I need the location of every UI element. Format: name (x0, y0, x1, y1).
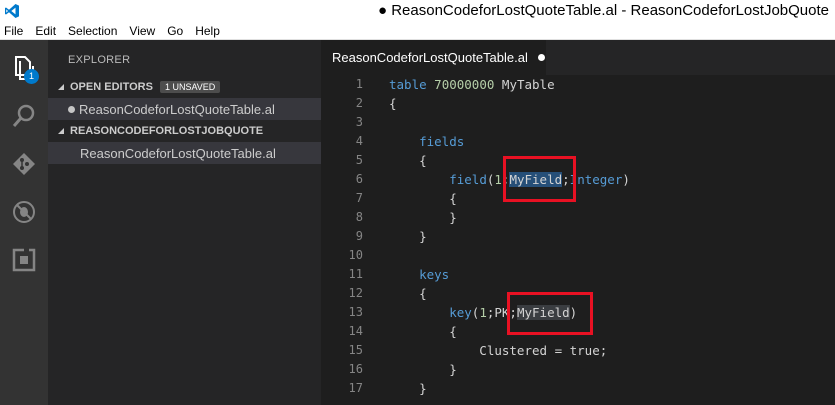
menu-file[interactable]: File (4, 24, 23, 38)
title-bar: ● ReasonCodeforLostQuoteTable.al - Reaso… (0, 0, 835, 22)
line-number: 7 (355, 191, 363, 205)
code-line[interactable]: { (389, 284, 829, 303)
explorer-sidebar: EXPLORER OPEN EDITORS 1 UNSAVED ReasonCo… (48, 40, 321, 405)
line-number: 2 (355, 96, 363, 110)
window-title: ● ReasonCodeforLostQuoteTable.al - Reaso… (377, 2, 829, 19)
line-number: 15 (348, 343, 363, 357)
code-line[interactable]: { (389, 94, 829, 113)
open-editors-label: OPEN EDITORS (70, 81, 153, 93)
open-editor-filename: ReasonCodeforLostQuoteTable.al (79, 101, 275, 117)
code-line[interactable]: field(1;MyField;Integer) (389, 170, 829, 189)
code-editor[interactable]: 1 2 3 4 5 6 7 8 9 10 11 12 13 14 15 16 1… (321, 75, 835, 405)
explorer-title: EXPLORER (68, 54, 131, 66)
folder-label: REASONCODEFORLOSTJOBQUOTE (70, 125, 264, 137)
folder-file-item[interactable]: ReasonCodeforLostQuoteTable.al (48, 142, 321, 164)
menu-view[interactable]: View (129, 24, 155, 38)
editor-tab-bar: ReasonCodeforLostQuoteTable.al (321, 40, 835, 75)
extensions-icon (12, 248, 36, 272)
code-line[interactable]: } (389, 208, 829, 227)
code-line[interactable]: keys (389, 265, 829, 284)
line-number: 11 (348, 267, 363, 281)
line-number: 4 (355, 134, 363, 148)
activity-source-control[interactable] (0, 140, 48, 188)
highlight-box-key (507, 292, 593, 335)
tab-reasoncodeforlostquotetable[interactable]: ReasonCodeforLostQuoteTable.al (321, 40, 546, 75)
line-number: 13 (348, 305, 363, 319)
line-number: 8 (355, 210, 363, 224)
code-line[interactable]: fields (389, 132, 829, 151)
menu-edit[interactable]: Edit (35, 24, 56, 38)
activity-debug[interactable] (0, 188, 48, 236)
activity-bar: 1 (0, 40, 48, 405)
code-line[interactable]: { (389, 322, 829, 341)
folder-header[interactable]: REASONCODEFORLOSTJOBQUOTE (48, 121, 321, 141)
activity-explorer[interactable]: 1 (0, 44, 48, 92)
menu-go[interactable]: Go (167, 24, 183, 38)
tab-label: ReasonCodeforLostQuoteTable.al (332, 50, 528, 65)
code-lines[interactable]: table 70000000 MyTable { fields { field(… (389, 75, 829, 398)
menu-help[interactable]: Help (195, 24, 220, 38)
code-line[interactable] (389, 113, 829, 132)
search-icon (12, 104, 35, 127)
code-line[interactable]: } (389, 360, 829, 379)
line-number: 3 (355, 115, 363, 129)
line-number: 9 (355, 229, 363, 243)
code-line[interactable]: } (389, 379, 829, 398)
code-line[interactable] (389, 246, 829, 265)
line-number: 12 (348, 286, 363, 300)
folder-filename: ReasonCodeforLostQuoteTable.al (80, 145, 276, 161)
menu-selection[interactable]: Selection (68, 24, 117, 38)
highlight-box-field (503, 156, 576, 202)
explorer-badge: 1 (24, 69, 39, 84)
unsaved-dot-icon[interactable] (537, 54, 545, 61)
line-number: 6 (355, 172, 363, 186)
line-number-gutter: 1 2 3 4 5 6 7 8 9 10 11 12 13 14 15 16 1… (321, 75, 366, 398)
code-line[interactable]: { (389, 189, 829, 208)
menu-bar: File Edit Selection View Go Help (0, 22, 835, 40)
expanded-arrow-icon (58, 84, 64, 90)
vscode-logo-icon (5, 4, 19, 18)
activity-extensions[interactable] (0, 236, 48, 284)
git-icon (13, 153, 35, 175)
unsaved-badge: 1 UNSAVED (159, 81, 221, 93)
debug-icon (13, 201, 35, 223)
line-number: 10 (348, 248, 363, 262)
unsaved-dot-icon (68, 105, 75, 113)
open-editors-header[interactable]: OPEN EDITORS 1 UNSAVED (48, 77, 321, 97)
expanded-arrow-icon (58, 128, 64, 134)
code-line[interactable]: key(1;PK;MyField) (389, 303, 829, 322)
line-number: 5 (355, 153, 363, 167)
code-line[interactable]: } (389, 227, 829, 246)
code-line[interactable]: table 70000000 MyTable (389, 75, 829, 94)
line-number: 17 (348, 381, 363, 395)
code-line[interactable]: Clustered = true; (389, 341, 829, 360)
code-line[interactable]: { (389, 151, 829, 170)
line-number: 16 (348, 362, 363, 376)
line-number: 1 (355, 77, 363, 91)
line-number: 14 (348, 324, 363, 338)
open-editor-item[interactable]: ReasonCodeforLostQuoteTable.al (48, 98, 321, 120)
activity-search[interactable] (0, 92, 48, 140)
